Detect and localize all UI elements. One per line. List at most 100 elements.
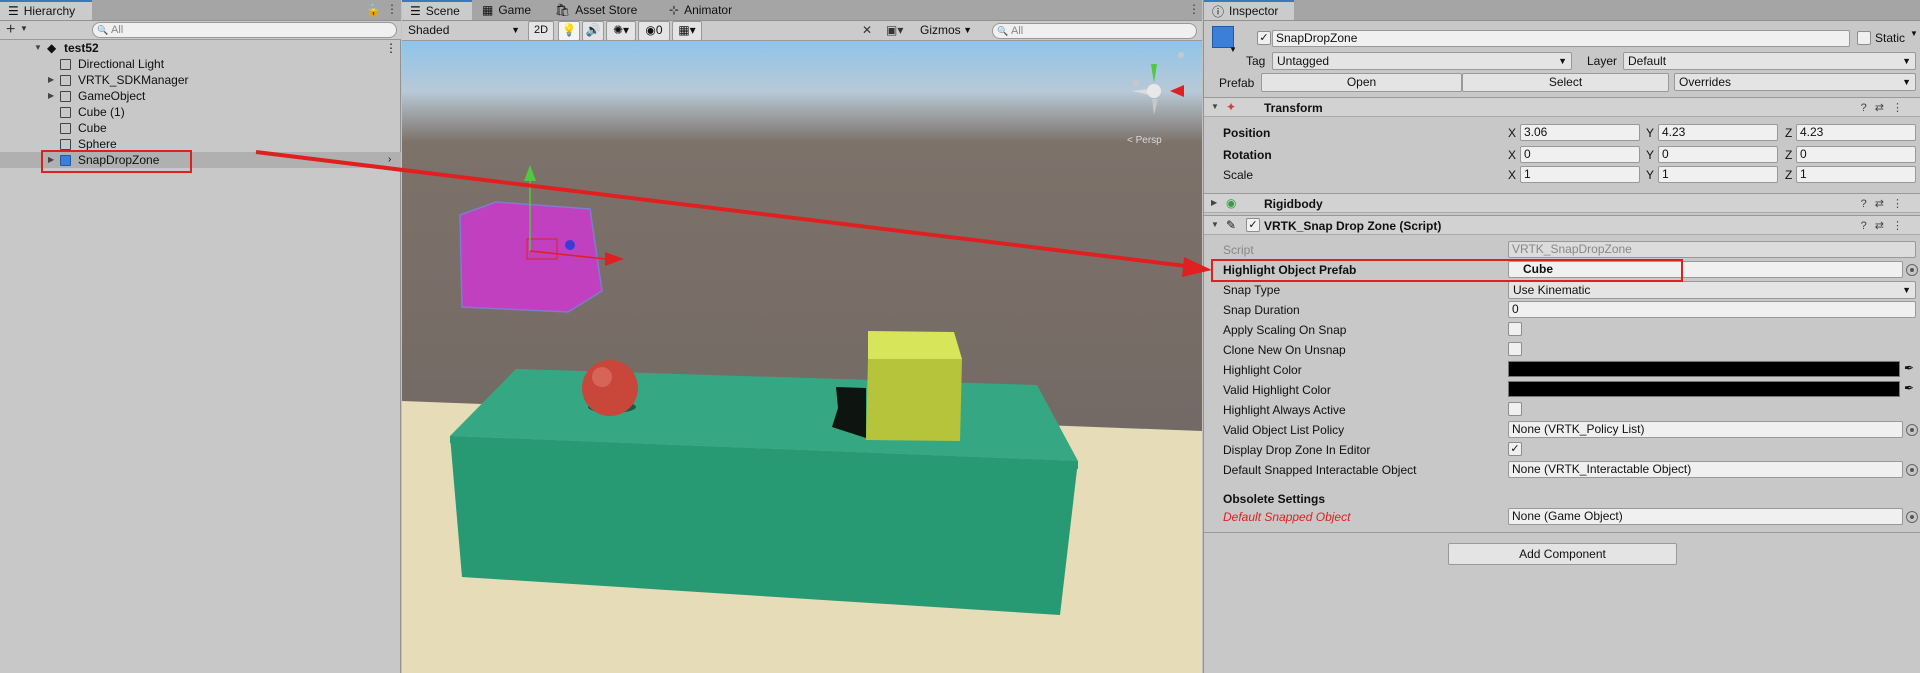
audio-toggle-icon[interactable]: 🔊 xyxy=(582,21,604,41)
more-icon[interactable]: ⋮ xyxy=(385,40,397,56)
list-item[interactable]: Cube xyxy=(0,120,401,136)
list-item-label: VRTK_SDKManager xyxy=(78,73,189,87)
lock-icon[interactable]: 🔒 xyxy=(366,3,381,17)
object-picker-icon[interactable] xyxy=(1906,264,1918,276)
chevron-down-icon[interactable]: ▼ xyxy=(20,24,28,33)
scale-x-field[interactable]: 1 xyxy=(1520,166,1640,183)
chevron-down-icon: ▼ xyxy=(1902,285,1911,295)
x-axis-label: X xyxy=(1508,126,1517,140)
position-z-field[interactable]: 4.23 xyxy=(1796,124,1916,141)
component-enabled-checkbox[interactable]: ✓ xyxy=(1246,218,1260,232)
clone-new-label: Clone New On Unsnap xyxy=(1223,343,1346,357)
default-snapped-field[interactable]: None (VRTK_Interactable Object) xyxy=(1508,461,1903,478)
tab-scene[interactable]: ☰ Scene xyxy=(402,0,472,20)
hidden-objects-toggle[interactable]: ◉0 xyxy=(638,21,670,41)
unity-scene-icon: ◆ xyxy=(47,41,57,55)
component-header-icons[interactable]: ?⇄⋮ xyxy=(1861,101,1911,114)
eyedropper-icon[interactable]: ✒ xyxy=(1904,361,1914,375)
list-item[interactable]: ▶ VRTK_SDKManager xyxy=(0,72,401,88)
grid-toggle-icon[interactable]: ▦▾ xyxy=(672,21,702,41)
fold-closed-icon[interactable]: ▶ xyxy=(48,72,54,88)
camera-icon[interactable]: ▣▾ xyxy=(886,23,903,37)
fold-open-icon[interactable]: ▼ xyxy=(1211,102,1219,111)
fold-open-icon[interactable]: ▼ xyxy=(1211,220,1219,229)
list-item[interactable]: ▶ GameObject xyxy=(0,88,401,104)
scale-z-field[interactable]: 1 xyxy=(1796,166,1916,183)
transform-header[interactable]: ▼ ✦ Transform ?⇄⋮ xyxy=(1204,97,1920,117)
default-snapped-obj-field[interactable]: None (Game Object) xyxy=(1508,508,1903,525)
chevron-down-icon[interactable]: ▼ xyxy=(1910,29,1918,38)
effects-toggle-icon[interactable]: ✺▾ xyxy=(606,21,636,41)
add-button[interactable]: + xyxy=(6,21,15,39)
gizmos-dropdown[interactable]: Gizmos ▼ xyxy=(916,22,976,40)
object-name-field[interactable]: SnapDropZone xyxy=(1272,30,1850,47)
layer-label: Layer xyxy=(1587,54,1618,68)
gameobject-icon xyxy=(60,91,71,102)
display-drop-zone-checkbox[interactable]: ✓ xyxy=(1508,442,1522,456)
list-item-label: Directional Light xyxy=(78,57,165,71)
scene-search-input[interactable]: All xyxy=(992,23,1197,39)
annotation-highlight-box xyxy=(1211,259,1683,282)
highlight-color-label: Highlight Color xyxy=(1223,363,1302,377)
lighting-toggle-icon[interactable]: 💡 xyxy=(558,21,580,41)
hierarchy-search-input[interactable]: All xyxy=(92,22,397,38)
valid-highlight-color-swatch[interactable] xyxy=(1508,381,1900,397)
rotation-y-field[interactable]: 0 xyxy=(1658,146,1778,163)
more-icon[interactable]: ⋮ xyxy=(386,2,398,16)
position-y-field[interactable]: 4.23 xyxy=(1658,124,1778,141)
tag-dropdown[interactable]: Untagged ▼ xyxy=(1272,52,1572,70)
tab-asset-store[interactable]: 🛍 Asset Store xyxy=(547,0,645,20)
tab-animator[interactable]: ⊹ Animator xyxy=(661,0,740,20)
add-component-button[interactable]: Add Component xyxy=(1448,543,1677,565)
snap-drop-zone-header[interactable]: ▼ ✎ ✓ VRTK_Snap Drop Zone (Script) ?⇄⋮ xyxy=(1204,215,1920,235)
persp-label[interactable]: < Persp xyxy=(1127,135,1162,146)
open-prefab-button[interactable]: Open xyxy=(1261,73,1462,92)
toggle-2d-button[interactable]: 2D xyxy=(528,21,554,41)
object-picker-icon[interactable] xyxy=(1906,424,1918,436)
fold-open-icon[interactable]: ▼ xyxy=(34,40,42,56)
active-checkbox[interactable]: ✓ xyxy=(1257,31,1271,45)
rotation-x-field[interactable]: 0 xyxy=(1520,146,1640,163)
scene-render[interactable]: < Persp xyxy=(402,41,1202,673)
highlight-always-checkbox[interactable] xyxy=(1508,402,1522,416)
snap-duration-field[interactable]: 0 xyxy=(1508,301,1916,318)
scene-viewport[interactable]: < Persp xyxy=(402,41,1202,673)
cube-top xyxy=(868,331,962,359)
z-axis-label: Z xyxy=(1785,126,1793,140)
chevron-down-icon: ▼ xyxy=(1558,56,1567,66)
layer-dropdown[interactable]: Default ▼ xyxy=(1623,52,1916,70)
tab-hierarchy[interactable]: ☰ Hierarchy xyxy=(0,0,92,20)
scene-toolbar: Shaded ▼ 2D 💡 🔊 ✺▾ ◉0 ▦▾ ✕ ▣▾ Gizmos ▼ A… xyxy=(402,21,1202,41)
tab-inspector[interactable]: ⓘ Inspector xyxy=(1204,0,1294,20)
scale-y-field[interactable]: 1 xyxy=(1658,166,1778,183)
fold-closed-icon[interactable]: ▶ xyxy=(48,88,54,104)
rigidbody-header[interactable]: ▶ ◉ Rigidbody ?⇄⋮ xyxy=(1204,193,1920,213)
apply-scaling-checkbox[interactable] xyxy=(1508,322,1522,336)
eyedropper-icon[interactable]: ✒ xyxy=(1904,381,1914,395)
fold-closed-icon[interactable]: ▶ xyxy=(1211,198,1217,207)
snap-type-dropdown[interactable]: Use Kinematic ▼ xyxy=(1508,281,1916,299)
shading-mode-dropdown[interactable]: Shaded ▼ xyxy=(404,22,524,40)
position-x-field[interactable]: 3.06 xyxy=(1520,124,1640,141)
chevron-right-icon[interactable]: › xyxy=(388,152,391,168)
static-checkbox[interactable] xyxy=(1857,31,1871,45)
scene-root-row[interactable]: ▼ ◆ test52 ⋮ xyxy=(0,40,401,56)
clone-new-checkbox[interactable] xyxy=(1508,342,1522,356)
list-item[interactable]: Cube (1) xyxy=(0,104,401,120)
display-drop-zone-label: Display Drop Zone In Editor xyxy=(1223,443,1371,457)
component-header-icons[interactable]: ?⇄⋮ xyxy=(1861,197,1911,210)
more-icon[interactable]: ⋮ xyxy=(1188,2,1200,16)
valid-policy-field[interactable]: None (VRTK_Policy List) xyxy=(1508,421,1903,438)
object-picker-icon[interactable] xyxy=(1906,464,1918,476)
y-axis-label: Y xyxy=(1646,168,1655,182)
highlight-color-swatch[interactable] xyxy=(1508,361,1900,377)
tools-icon[interactable]: ✕ xyxy=(862,23,872,37)
tab-game[interactable]: ▦ Game xyxy=(474,0,539,20)
rotation-z-field[interactable]: 0 xyxy=(1796,146,1916,163)
overrides-dropdown[interactable]: Overrides ▼ xyxy=(1674,73,1916,91)
object-picker-icon[interactable] xyxy=(1906,511,1918,523)
list-item[interactable]: Directional Light xyxy=(0,56,401,72)
select-prefab-button[interactable]: Select xyxy=(1462,73,1669,92)
chevron-down-icon[interactable]: ▼ xyxy=(1229,45,1237,54)
component-header-icons[interactable]: ?⇄⋮ xyxy=(1861,219,1911,232)
